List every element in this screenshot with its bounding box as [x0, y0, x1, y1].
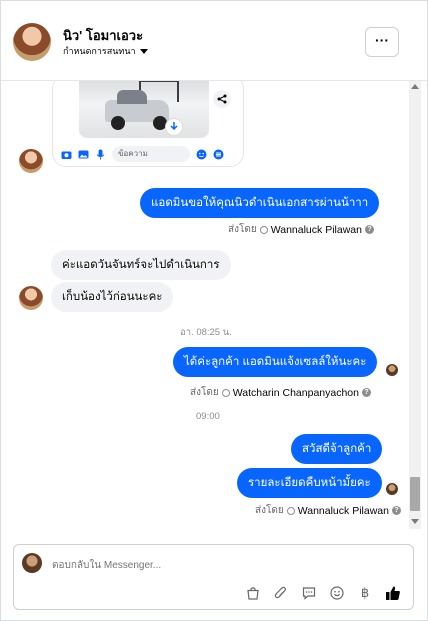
truck-wheel — [111, 116, 125, 130]
assign-conversation-dropdown[interactable]: กำหนดการสนทนา — [63, 44, 148, 58]
product-preview-card[interactable]: ข้อความ — [52, 81, 244, 167]
message-bubble-outgoing[interactable]: แอดมินขอให้คุณนิวดำเนินเอกสารผ่านน้าาา — [140, 188, 380, 218]
paperclip-icon[interactable] — [272, 584, 290, 602]
timestamp-divider: 09:00 — [196, 411, 220, 422]
assign-conversation-label: กำหนดการสนทนา — [63, 46, 136, 56]
contact-name[interactable]: นิว' โอมาเอวะ — [63, 25, 143, 46]
bag-icon[interactable] — [244, 584, 262, 602]
help-icon[interactable]: ? — [364, 225, 374, 234]
sent-by-label: ส่งโดย — [228, 224, 257, 235]
contact-avatar-small[interactable] — [19, 286, 43, 310]
baht-icon[interactable]: ฿ — [356, 584, 374, 602]
help-icon[interactable]: ? — [391, 506, 401, 515]
photo-icon[interactable] — [78, 149, 89, 160]
scroll-down-icon[interactable] — [165, 118, 183, 136]
camera-icon[interactable] — [61, 149, 72, 160]
truck-photo[interactable] — [79, 81, 209, 138]
reply-composer: ฿ — [13, 544, 414, 610]
emoji-icon[interactable] — [328, 584, 346, 602]
chat-header: นิว' โอมาเอวะ กำหนดการสนทนา ··· — [1, 1, 427, 81]
truck-cab-shape — [117, 90, 147, 104]
timestamp-divider: อา. 08:25 น. — [180, 327, 232, 338]
sent-status-icon — [221, 388, 230, 397]
sender-name: Wannaluck Pilawan — [270, 223, 362, 236]
seen-avatar — [386, 364, 398, 376]
page-avatar — [22, 553, 42, 573]
share-icon[interactable] — [213, 90, 231, 108]
sent-status-icon — [286, 506, 295, 515]
thumbs-up-icon[interactable] — [384, 584, 402, 602]
message-bubble-outgoing[interactable]: สวัสดีจ้าลูกค้า — [291, 434, 383, 464]
microphone-icon[interactable] — [95, 149, 106, 160]
scrollbar[interactable] — [409, 81, 421, 529]
message-bubble-incoming[interactable]: ค่ะแอดวันจันทร์จะไปดำเนินการ — [51, 250, 231, 280]
preview-message-input[interactable]: ข้อความ — [112, 146, 190, 162]
emoji-icon[interactable] — [196, 149, 207, 160]
reply-input[interactable] — [52, 557, 392, 573]
sender-name: Watcharin Chanpanyachon — [232, 386, 359, 399]
sent-status-icon — [259, 225, 268, 234]
composer-toolbar: ฿ — [244, 583, 402, 603]
sender-name: Wannaluck Pilawan — [297, 504, 389, 517]
preview-composer-bar: ข้อความ — [61, 144, 237, 164]
sent-by-label: ส่งโดย — [190, 387, 219, 398]
saved-reply-icon[interactable] — [300, 584, 318, 602]
scrollbar-thumb[interactable] — [410, 477, 420, 511]
caret-down-icon — [139, 48, 148, 54]
sent-by-meta: ส่งโดย Watcharin Chanpanyachon ? — [190, 385, 371, 400]
help-icon[interactable]: ? — [362, 388, 371, 397]
scroll-up-arrow-icon[interactable] — [411, 84, 419, 89]
sent-by-meta: ส่งโดย Wannaluck Pilawan ? — [228, 222, 374, 237]
contact-avatar-small[interactable] — [19, 149, 43, 173]
message-bubble-outgoing[interactable]: ได้ค่ะลูกค้า แอดมินแจ้งเซลล์ให้นะคะ — [173, 347, 378, 377]
more-options-button[interactable]: ··· — [365, 27, 399, 57]
message-bubble-incoming[interactable]: เก็บน้องไว้ก่อนนะคะ — [51, 282, 174, 312]
contact-avatar[interactable] — [13, 23, 51, 61]
sent-by-meta: ส่งโดย Wannaluck Pilawan ? — [255, 503, 401, 518]
message-bubble-outgoing[interactable]: รายละเอียดคืบหน้ามั้ยคะ — [237, 468, 382, 498]
scroll-down-arrow-icon[interactable] — [411, 519, 419, 524]
sent-by-label: ส่งโดย — [255, 505, 284, 516]
messenger-chat-window: นิว' โอมาเอวะ กำหนดการสนทนา ··· ข้อความ … — [0, 0, 428, 621]
seen-avatar — [386, 483, 398, 495]
message-list[interactable]: ข้อความ แอดมินขอให้คุณนิวดำเนินเอกสารผ่า… — [1, 81, 427, 529]
menu-icon[interactable] — [213, 149, 224, 160]
